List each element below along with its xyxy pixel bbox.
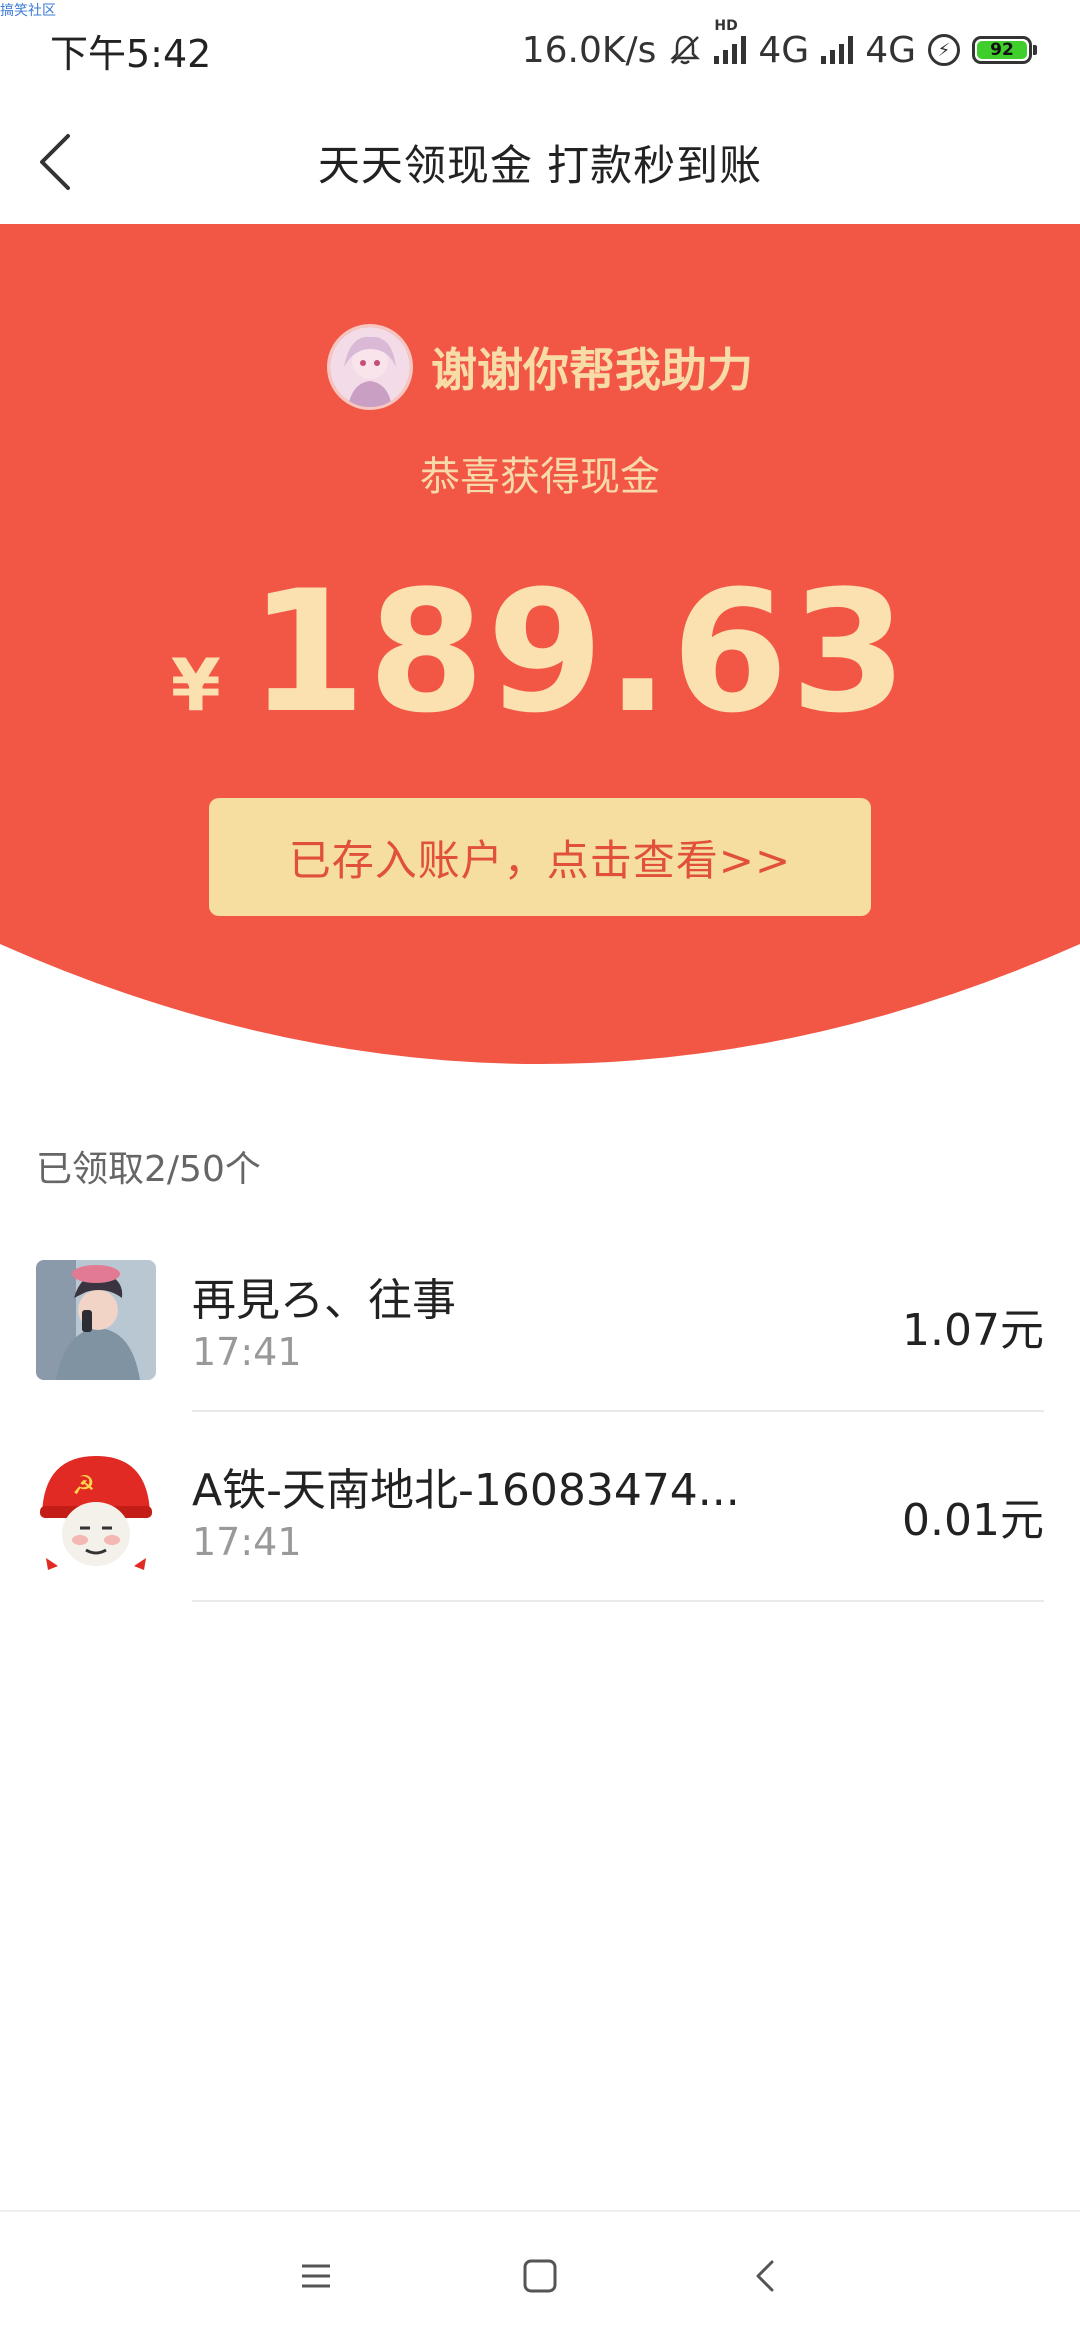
back-triangle-icon[interactable] [746,2256,786,2296]
record-name: A铁-天南地北-16083474... [192,1465,740,1516]
avatar [36,1260,156,1380]
charging-icon: ⚡ [928,34,960,66]
currency-symbol: ¥ [170,643,221,727]
record-time: 17:41 [192,1520,302,1564]
nav-bar: 天天领现金 打款秒到账 [0,100,1080,224]
status-icons: 16.0K/s HD 4G 4G ⚡ 92 [521,18,1037,71]
claimed-count: 已领取2/50个 [36,1149,261,1190]
record-amount: 0.01元 [902,1495,1044,1546]
helper-text: 谢谢你帮我助力 [431,343,753,397]
menu-icon[interactable] [296,2256,336,2296]
cash-amount: 189.63 [248,554,910,750]
avatar: ☭ [36,1450,156,1570]
net-speed: 16.0K/s [521,29,657,71]
list-item: ☭ A铁-天南地北-16083474... 17:41 0.01元 [0,1412,1080,1602]
record-time: 17:41 [192,1330,302,1374]
helper-row: 谢谢你帮我助力 [0,324,1080,410]
divider [192,1600,1044,1602]
status-bar: 下午5:42 16.0K/s HD 4G 4G ⚡ 92 [0,0,1080,100]
status-time: 下午5:42 [50,31,212,76]
list-item: 再見ろ、往事 17:41 1.07元 [0,1222,1080,1412]
reward-hero: 谢谢你帮我助力 恭喜获得现金 ¥ 189.63 已存入账户，点击查看>> [0,224,1080,1064]
net-type-2: 4G [865,29,916,71]
chevron-left-icon [40,134,70,190]
mute-bell-icon [670,35,701,65]
back-button[interactable] [28,130,92,194]
hd-label: HD [714,18,738,34]
view-account-button[interactable]: 已存入账户，点击查看>> [209,798,871,916]
net-type-1: 4G [758,29,810,71]
battery-level: 92 [977,40,1027,60]
system-nav-bar [0,2210,1080,2342]
signal-icon [714,36,747,64]
records-list: 再見ろ、往事 17:41 1.07元 ☭ A铁-天南地北-16083474...… [0,1222,1080,1602]
congrats-text: 恭喜获得现金 [420,454,660,500]
home-square-icon[interactable] [520,2256,560,2296]
record-amount: 1.07元 [902,1305,1044,1356]
record-name: 再見ろ、往事 [192,1275,456,1326]
avatar [327,324,413,410]
signal-icon [821,36,854,64]
amount-row: ¥ 189.63 [0,554,1080,750]
battery-icon: 92 [972,36,1037,64]
page-title: 天天领现金 打款秒到账 [317,140,763,190]
svg-text:☭: ☭ [72,1471,95,1501]
